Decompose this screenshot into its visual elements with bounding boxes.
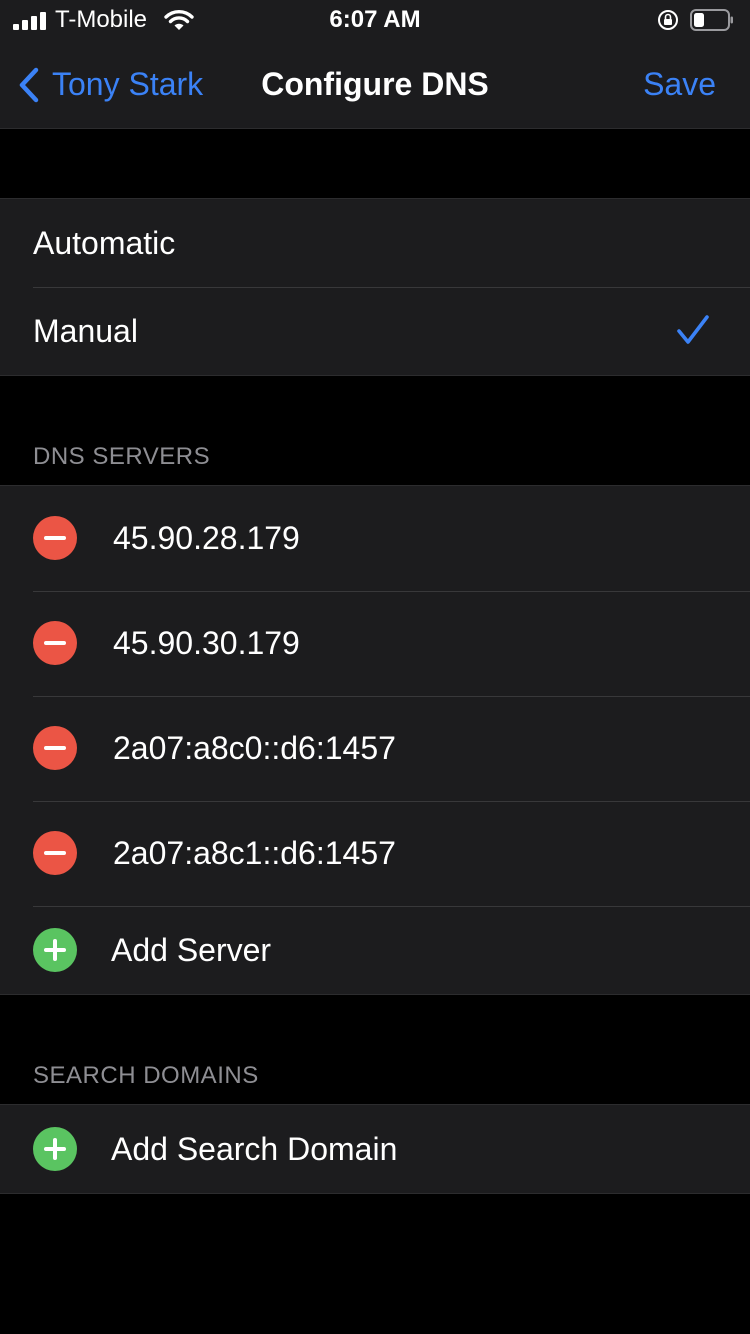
server-address[interactable]: 2a07:a8c1::d6:1457 (113, 835, 396, 872)
search-domains-header: SEARCH DOMAINS (33, 1062, 259, 1089)
add-server-label: Add Server (111, 931, 272, 968)
remove-server-button[interactable] (33, 831, 77, 875)
status-bar: T-Mobile 6:07 AM (0, 0, 750, 40)
server-row: 45.90.30.179 (0, 591, 750, 696)
battery-icon (690, 9, 733, 31)
dns-servers-group: 45.90.28.179 45.90.30.179 2a07:a8c0::d6:… (0, 485, 750, 995)
dns-mode-group: Automatic Manual (0, 198, 750, 376)
option-manual[interactable]: Manual (0, 287, 750, 375)
remove-server-button[interactable] (33, 621, 77, 665)
server-row: 2a07:a8c0::d6:1457 (0, 696, 750, 801)
navigation-bar: Tony Stark Configure DNS Save (0, 40, 750, 129)
add-icon (33, 1127, 77, 1171)
clock-time: 6:07 AM (329, 6, 421, 33)
server-address[interactable]: 45.90.28.179 (113, 520, 300, 557)
rotation-lock-icon (658, 10, 678, 30)
add-search-domain-label: Add Search Domain (111, 1130, 398, 1167)
search-domains-group: Add Search Domain (0, 1104, 750, 1194)
option-label: Manual (33, 312, 138, 349)
back-button-label: Tony Stark (52, 66, 204, 102)
save-button[interactable]: Save (643, 40, 716, 129)
option-automatic[interactable]: Automatic (0, 199, 750, 287)
add-search-domain-row[interactable]: Add Search Domain (0, 1105, 750, 1193)
dns-servers-header: DNS SERVERS (33, 443, 211, 470)
server-address[interactable]: 45.90.30.179 (113, 625, 300, 662)
remove-server-button[interactable] (33, 516, 77, 560)
server-row: 45.90.28.179 (0, 486, 750, 591)
add-icon (33, 928, 77, 972)
checkmark-icon (677, 315, 709, 344)
back-button[interactable]: Tony Stark (14, 40, 203, 129)
chevron-left-icon (19, 67, 39, 102)
server-row: 2a07:a8c1::d6:1457 (0, 801, 750, 906)
add-server-row[interactable]: Add Server (0, 906, 750, 994)
option-label: Automatic (33, 224, 176, 261)
remove-server-button[interactable] (33, 726, 77, 770)
server-address[interactable]: 2a07:a8c0::d6:1457 (113, 730, 396, 767)
